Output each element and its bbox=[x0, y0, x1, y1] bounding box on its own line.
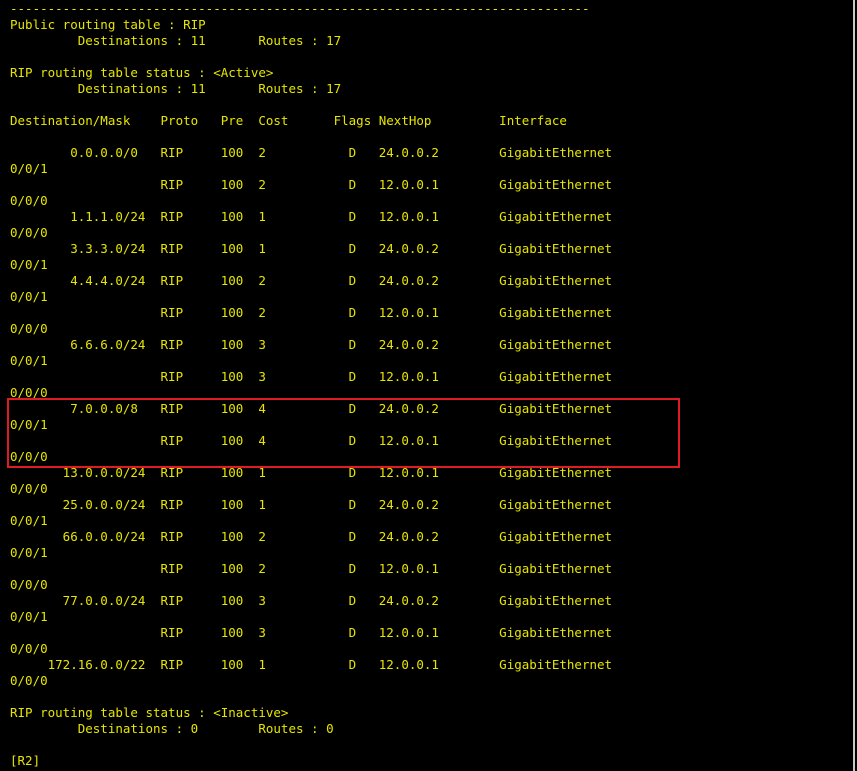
active-status-line: RIP routing table status : <Active> bbox=[10, 65, 274, 80]
column-header: Destination/Mask Proto Pre Cost Flags Ne… bbox=[10, 113, 567, 128]
route-interface-continuation: 0/0/0 bbox=[10, 673, 48, 688]
route-interface-continuation: 0/0/0 bbox=[10, 193, 48, 208]
active-counts-line: Destinations : 11 Routes : 17 bbox=[10, 81, 342, 96]
route-row: RIP 100 2 D 12.0.0.1 GigabitEthernet bbox=[10, 305, 613, 320]
route-interface-continuation: 0/0/0 bbox=[10, 641, 48, 656]
route-row: RIP 100 2 D 12.0.0.1 GigabitEthernet bbox=[10, 561, 613, 576]
route-row: RIP 100 3 D 12.0.0.1 GigabitEthernet bbox=[10, 625, 613, 640]
terminal-window[interactable]: ----------------------------------------… bbox=[0, 0, 855, 771]
route-interface-continuation: 0/0/0 bbox=[10, 321, 48, 336]
route-row: 66.0.0.0/24 RIP 100 2 D 24.0.0.2 Gigabit… bbox=[10, 529, 613, 544]
route-interface-continuation: 0/0/1 bbox=[10, 289, 48, 304]
route-row: 6.6.6.0/24 RIP 100 3 D 24.0.0.2 GigabitE… bbox=[10, 337, 613, 352]
route-interface-continuation: 0/0/1 bbox=[10, 545, 48, 560]
public-table-title: Public routing table : RIP bbox=[10, 17, 206, 32]
route-row: 1.1.1.0/24 RIP 100 1 D 12.0.0.1 GigabitE… bbox=[10, 209, 613, 224]
route-row: 77.0.0.0/24 RIP 100 3 D 24.0.0.2 Gigabit… bbox=[10, 593, 613, 608]
route-interface-continuation: 0/0/0 bbox=[10, 385, 48, 400]
route-row: 7.0.0.0/8 RIP 100 4 D 24.0.0.2 GigabitEt… bbox=[10, 401, 613, 416]
route-row: 4.4.4.0/24 RIP 100 2 D 24.0.0.2 GigabitE… bbox=[10, 273, 613, 288]
route-interface-continuation: 0/0/1 bbox=[10, 417, 48, 432]
route-interface-continuation: 0/0/0 bbox=[10, 481, 48, 496]
route-interface-continuation: 0/0/1 bbox=[10, 161, 48, 176]
route-row: RIP 100 3 D 12.0.0.1 GigabitEthernet bbox=[10, 369, 613, 384]
route-interface-continuation: 0/0/1 bbox=[10, 353, 48, 368]
inactive-counts-line: Destinations : 0 Routes : 0 bbox=[10, 721, 334, 736]
route-interface-continuation: 0/0/0 bbox=[10, 577, 48, 592]
inactive-status-line: RIP routing table status : <Inactive> bbox=[10, 705, 289, 720]
route-interface-continuation: 0/0/0 bbox=[10, 449, 48, 464]
route-row: 3.3.3.0/24 RIP 100 1 D 24.0.0.2 GigabitE… bbox=[10, 241, 613, 256]
route-row: 172.16.0.0/22 RIP 100 1 D 12.0.0.1 Gigab… bbox=[10, 657, 613, 672]
route-interface-continuation: 0/0/1 bbox=[10, 513, 48, 528]
route-interface-continuation: 0/0/1 bbox=[10, 257, 48, 272]
separator-line: ----------------------------------------… bbox=[10, 1, 590, 16]
public-table-counts: Destinations : 11 Routes : 17 bbox=[10, 33, 342, 48]
route-row: RIP 100 2 D 12.0.0.1 GigabitEthernet bbox=[10, 177, 613, 192]
route-row: 13.0.0.0/24 RIP 100 1 D 12.0.0.1 Gigabit… bbox=[10, 465, 613, 480]
route-interface-continuation: 0/0/1 bbox=[10, 609, 48, 624]
route-row: RIP 100 4 D 12.0.0.1 GigabitEthernet bbox=[10, 433, 613, 448]
command-prompt[interactable]: [R2] bbox=[10, 753, 40, 769]
route-row: 0.0.0.0/0 RIP 100 2 D 24.0.0.2 GigabitEt… bbox=[10, 145, 613, 160]
route-row: 25.0.0.0/24 RIP 100 1 D 24.0.0.2 Gigabit… bbox=[10, 497, 613, 512]
route-interface-continuation: 0/0/0 bbox=[10, 225, 48, 240]
